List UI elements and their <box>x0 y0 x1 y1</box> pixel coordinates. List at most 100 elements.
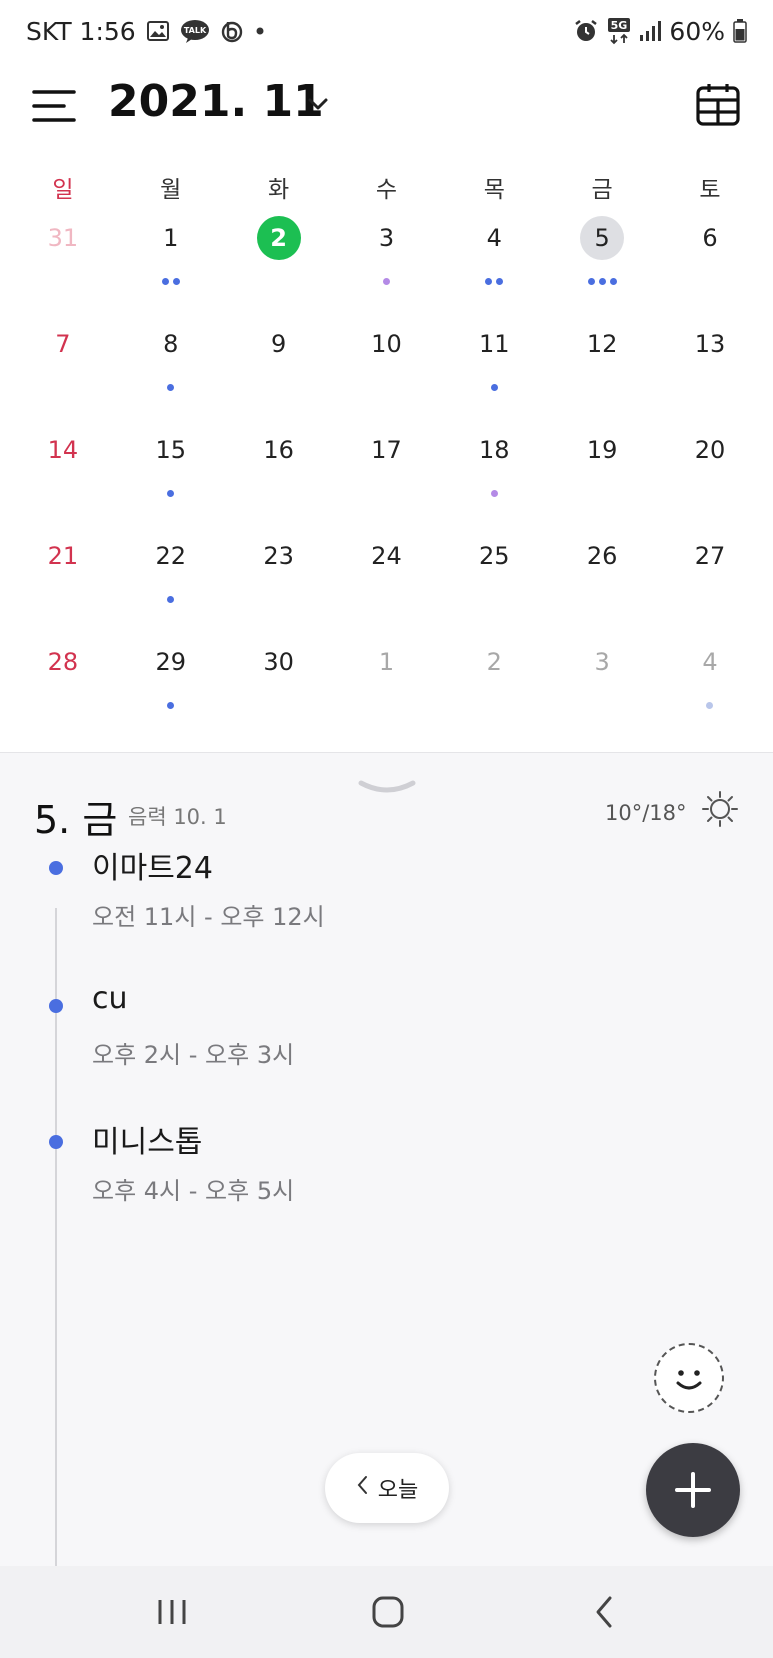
event-dot <box>490 384 498 391</box>
day-number: 27 <box>694 542 726 570</box>
week-row: 21 22 23 24 25 26 27 <box>9 530 764 636</box>
event-dot <box>496 278 504 285</box>
day-cell[interactable]: 27 <box>656 530 764 636</box>
day-cell[interactable]: 17 <box>333 424 441 530</box>
chevron-left-icon <box>356 1475 368 1501</box>
day-number: 14 <box>47 436 79 464</box>
month-title[interactable]: 2021. 11 <box>108 76 324 127</box>
weekday-label: 월 <box>160 177 182 203</box>
day-cell[interactable]: 25 <box>440 530 548 636</box>
week-row: 14 15 16 17 18 19 20 <box>9 424 764 530</box>
day-cell[interactable]: 14 <box>9 424 117 530</box>
calendar-header: 2021. 11 <box>0 62 773 152</box>
day-cell[interactable]: 21 <box>9 530 117 636</box>
day-number: 24 <box>371 542 402 570</box>
add-event-button[interactable] <box>646 1443 740 1537</box>
event-dot <box>382 278 390 285</box>
day-cell[interactable]: 4 <box>440 212 548 318</box>
day-cell[interactable]: 31 <box>9 212 117 318</box>
day-number: 3 <box>594 648 610 676</box>
menu-icon[interactable] <box>30 86 80 126</box>
day-cell[interactable]: 22 <box>117 530 225 636</box>
chevron-down-icon[interactable] <box>305 92 331 116</box>
day-cell[interactable]: 29 <box>117 636 225 742</box>
back-icon[interactable] <box>574 1590 634 1634</box>
event-dots <box>440 384 548 391</box>
event-title: cu <box>92 981 128 1016</box>
day-cell[interactable]: 4 <box>656 636 764 742</box>
weekday-label: 목 <box>483 177 505 203</box>
system-nav-bar <box>0 1566 773 1658</box>
event-dots <box>548 278 656 285</box>
day-cell[interactable]: 9 <box>225 318 333 424</box>
day-cell[interactable]: 2 <box>225 212 333 318</box>
event-item[interactable]: 미니스톱 오후 4시 - 오후 5시 <box>0 1117 773 1227</box>
event-dots <box>117 278 225 285</box>
day-number: 22 <box>155 542 187 570</box>
day-number: 4 <box>702 648 718 676</box>
day-cell[interactable]: 23 <box>225 530 333 636</box>
day-detail-sheet: 5. 금 음력 10. 1 10°/18° 이마트24 오전 11시 - 오후 1… <box>0 752 773 1568</box>
weekday-label: 일 <box>52 177 74 203</box>
day-cell[interactable]: 19 <box>548 424 656 530</box>
event-dots <box>117 596 225 603</box>
day-cell[interactable]: 15 <box>117 424 225 530</box>
month-grid: 31 1 2 3 4 5 6 7 8 9 10 11 12 13 14 15 16 17 18 19 20 21 22 23 2… <box>9 212 764 742</box>
day-cell[interactable]: 7 <box>9 318 117 424</box>
day-cell[interactable]: 1 <box>117 212 225 318</box>
selected-day-label: 5. 금 <box>34 798 118 842</box>
calendar-view-icon[interactable] <box>695 82 741 128</box>
event-dot <box>167 596 175 603</box>
sun-icon[interactable] <box>700 789 740 829</box>
signal-icon <box>639 20 662 42</box>
day-cell[interactable]: 1 <box>333 636 441 742</box>
day-cell[interactable]: 3 <box>333 212 441 318</box>
event-dot <box>706 702 714 709</box>
lunar-date: 음력 10. 1 <box>128 805 227 829</box>
today-button[interactable]: 오늘 <box>325 1453 449 1523</box>
event-item[interactable]: 이마트24 오전 11시 - 오후 12시 <box>0 843 773 953</box>
day-cell[interactable]: 16 <box>225 424 333 530</box>
day-cell[interactable]: 11 <box>440 318 548 424</box>
day-cell[interactable]: 8 <box>117 318 225 424</box>
week-row: 28 29 30 1 2 3 4 <box>9 636 764 742</box>
day-cell[interactable]: 13 <box>656 318 764 424</box>
home-icon[interactable] <box>358 1590 418 1634</box>
day-cell[interactable]: 6 <box>656 212 764 318</box>
event-dot <box>485 278 493 285</box>
day-cell[interactable]: 2 <box>440 636 548 742</box>
carrier-time: SKT 1:56 <box>26 16 136 46</box>
plus-icon <box>675 1472 711 1508</box>
event-dot <box>161 278 169 285</box>
weather-temp[interactable]: 10°/18° <box>605 801 687 825</box>
weekday-label: 화 <box>268 177 290 203</box>
day-cell[interactable]: 30 <box>225 636 333 742</box>
alarm-icon <box>573 18 599 44</box>
day-cell[interactable]: 18 <box>440 424 548 530</box>
day-cell[interactable]: 5 <box>548 212 656 318</box>
day-number: 20 <box>694 436 726 464</box>
day-number: 7 <box>55 330 71 358</box>
weekday-label: 금 <box>591 177 613 203</box>
day-number: 15 <box>155 436 187 464</box>
day-cell[interactable]: 24 <box>333 530 441 636</box>
day-number: 9 <box>270 330 287 358</box>
day-number: 12 <box>586 330 618 358</box>
day-cell[interactable]: 3 <box>548 636 656 742</box>
week-row: 7 8 9 10 11 12 13 <box>9 318 764 424</box>
day-number: 1 <box>163 224 179 252</box>
day-cell[interactable]: 26 <box>548 530 656 636</box>
weekday-label: 토 <box>699 177 721 203</box>
day-cell[interactable]: 20 <box>656 424 764 530</box>
weekday-label: 수 <box>375 177 398 203</box>
collapse-handle-icon[interactable] <box>357 779 417 797</box>
day-cell[interactable]: 10 <box>333 318 441 424</box>
day-cell[interactable]: 12 <box>548 318 656 424</box>
event-time: 오후 4시 - 오후 5시 <box>92 1177 295 1205</box>
event-item[interactable]: cu 오후 2시 - 오후 3시 <box>0 981 773 1091</box>
event-dot <box>609 278 617 285</box>
day-cell[interactable]: 28 <box>9 636 117 742</box>
recent-apps-icon[interactable] <box>142 1590 202 1634</box>
emoji-sticker-icon[interactable] <box>654 1343 724 1413</box>
day-number: 28 <box>47 648 79 676</box>
